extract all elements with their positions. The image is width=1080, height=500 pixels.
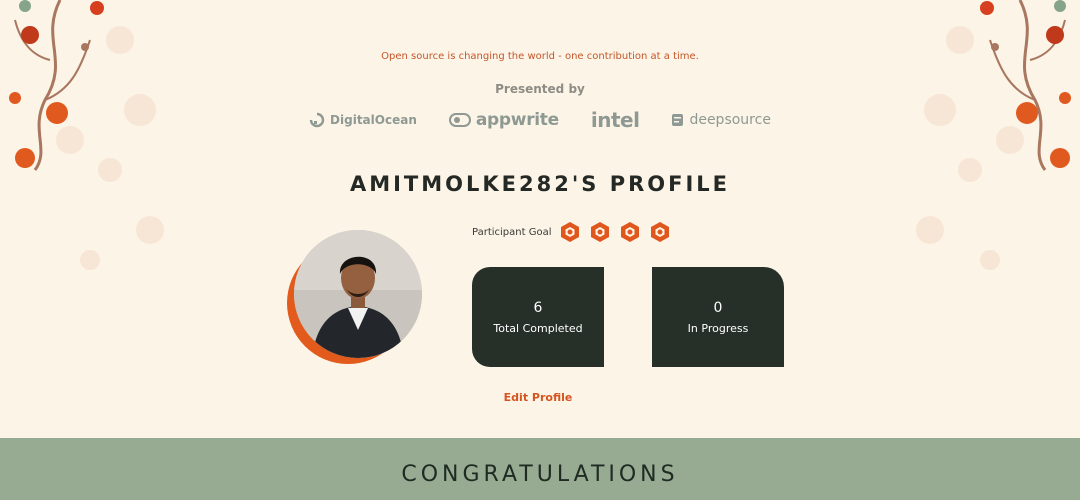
congratulations-section: CONGRATULATIONS (0, 438, 1080, 500)
sponsor-intel[interactable]: intel (591, 108, 640, 132)
presented-by-label: Presented by (495, 82, 585, 96)
floral-decoration-right (916, 0, 1071, 270)
goal-badge-icon (561, 222, 580, 242)
goal-badges (559, 221, 671, 243)
stat-label: Total Completed (493, 321, 583, 335)
sponsor-logos: DigitalOcean appwrite intel deepsource (300, 106, 780, 134)
avatar-photo (294, 230, 422, 358)
stat-value: 0 (713, 299, 723, 316)
participant-goal-label: Participant Goal (472, 226, 552, 238)
participant-goal: Participant Goal (472, 220, 671, 244)
sponsor-appwrite[interactable]: appwrite (448, 110, 559, 130)
stat-card-total-completed: 6 Total Completed (472, 267, 604, 367)
goal-badge-icon (591, 222, 610, 242)
deepsource-logo-text: deepsource (689, 112, 771, 128)
congratulations-heading: CONGRATULATIONS (401, 462, 679, 487)
digitalocean-icon (309, 112, 325, 128)
stat-card-in-progress: 0 In Progress (652, 267, 784, 367)
profile-title: AMITMOLKE282'S PROFILE (349, 172, 731, 196)
edit-profile-link[interactable]: Edit Profile (430, 391, 646, 404)
sponsor-deepsource[interactable]: deepsource (671, 112, 771, 128)
appwrite-icon (448, 113, 471, 127)
stat-label: In Progress (687, 321, 749, 335)
deepsource-icon (672, 114, 684, 126)
sponsor-digitalocean[interactable]: DigitalOcean (309, 112, 417, 128)
avatar (287, 230, 427, 370)
profile-page: Open source is changing the world - one … (0, 0, 1080, 438)
digitalocean-logo-text: DigitalOcean (330, 113, 417, 127)
tagline: Open source is changing the world - one … (381, 51, 699, 62)
floral-decoration-left (9, 0, 164, 270)
goal-badge-icon (651, 222, 670, 242)
goal-badge-icon (621, 222, 640, 242)
intel-logo-text: intel (590, 108, 640, 132)
appwrite-logo-text: appwrite (475, 110, 559, 130)
stat-value: 6 (533, 299, 543, 316)
